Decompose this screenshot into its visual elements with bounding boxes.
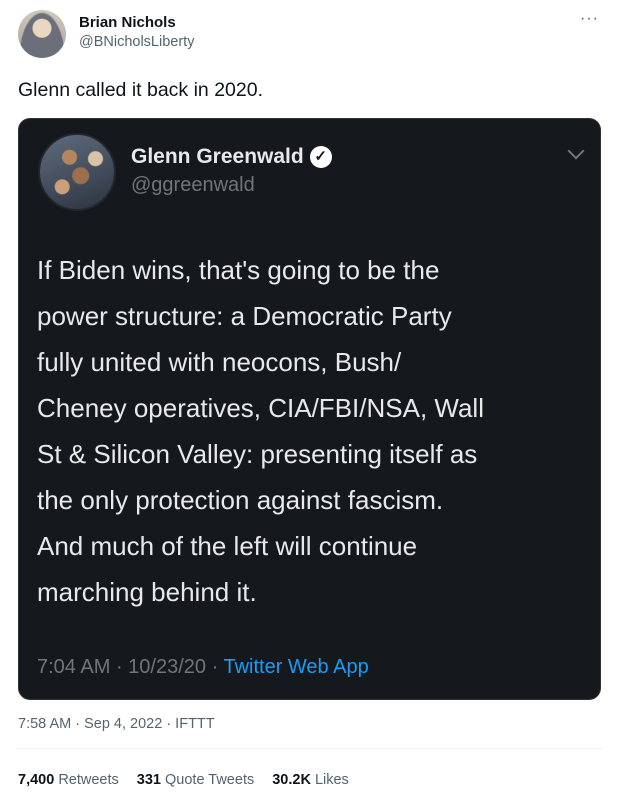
retweets-stat[interactable]: 7,400 Retweets (18, 772, 119, 788)
tweet-timestamp[interactable]: 7:58 AM · Sep 4, 2022 · IFTTT (18, 716, 215, 732)
quoted-source-link: Twitter Web App (223, 656, 369, 678)
quote-tweets-count: 331 (136, 772, 161, 788)
author-info: Brian Nichols @BNicholsLiberty (79, 14, 194, 52)
quoted-line: And much of the left will continue (37, 531, 418, 561)
likes-count: 30.2K (272, 772, 311, 788)
divider (18, 748, 603, 749)
likes-stat[interactable]: 30.2K Likes (272, 772, 349, 788)
quoted-date: 10/23/20 (128, 656, 207, 678)
engagement-stats: 7,400 Retweets 331 Quote Tweets 30.2K Li… (18, 772, 349, 788)
quoted-author-name-row: Glenn Greenwald ✓ (131, 145, 332, 169)
quoted-line: St & Silicon Valley: presenting itself a… (37, 439, 478, 469)
tweet-text: Glenn called it back in 2020. (18, 79, 263, 101)
more-horizontal-icon[interactable]: ··· (580, 10, 599, 28)
quoted-line: Cheney operatives, CIA/FBI/NSA, Wall (37, 393, 484, 423)
tweet-header: Brian Nichols @BNicholsLiberty ··· (18, 10, 603, 62)
quoted-line: marching behind it. (37, 577, 257, 607)
quoted-tweet-image[interactable]: Glenn Greenwald ✓ @ggreenwald If Biden w… (18, 118, 601, 700)
chevron-down-icon (567, 142, 585, 160)
quoted-author-handle: @ggreenwald (131, 174, 255, 196)
quoted-author-display-name: Glenn Greenwald (131, 145, 304, 168)
quote-tweets-label: Quote Tweets (165, 772, 255, 788)
likes-label: Likes (314, 772, 349, 788)
meta-separator: · (211, 656, 224, 678)
quoted-tweet-body: If Biden wins, that's going to be the po… (37, 247, 587, 615)
quoted-author-avatar (38, 133, 116, 211)
quoted-tweet-meta: 7:04 AM · 10/23/20 · Twitter Web App (37, 655, 369, 679)
verified-check-icon: ✓ (309, 146, 332, 168)
quote-tweets-stat[interactable]: 331 Quote Tweets (137, 772, 254, 788)
quoted-time: 7:04 AM (37, 656, 111, 678)
retweets-label: Retweets (58, 772, 119, 788)
author-avatar[interactable] (18, 10, 66, 58)
quoted-line: If Biden wins, that's going to be the (37, 255, 440, 285)
retweets-count: 7,400 (18, 772, 55, 788)
meta-separator: · (115, 656, 129, 678)
quoted-line: fully united with neocons, Bush/ (37, 347, 402, 377)
author-display-name[interactable]: Brian Nichols (79, 14, 194, 32)
author-handle[interactable]: @BNicholsLiberty (79, 32, 194, 52)
quoted-line: the only protection against fascism. (37, 485, 444, 515)
quoted-line: power structure: a Democratic Party (37, 301, 452, 331)
